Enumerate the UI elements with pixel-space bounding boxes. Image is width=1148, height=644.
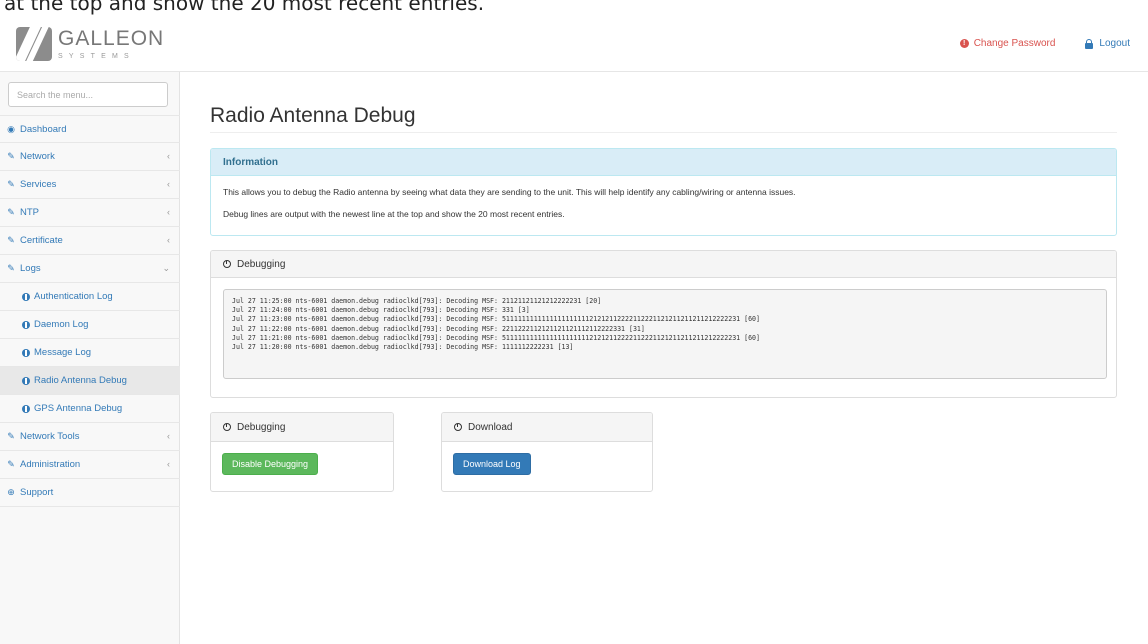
log-line: Jul 27 11:21:00 nts-6001 daemon.debug ra…: [232, 333, 760, 342]
chevron-left-icon: ‹: [167, 179, 170, 189]
debug-log-output[interactable]: Jul 27 11:25:00 nts-6001 daemon.debug ra…: [223, 289, 1107, 379]
download-log-button[interactable]: Download Log: [453, 453, 531, 475]
sidebar-item-label: Services: [20, 179, 57, 190]
debugging-toggle-panel: Debugging Disable Debugging: [210, 412, 394, 492]
wrench-icon: ✎: [7, 263, 15, 273]
wrench-icon: ✎: [7, 151, 15, 161]
caption-text: at the top and show the 20 most recent e…: [4, 0, 485, 15]
dashboard-icon: ◉: [7, 123, 15, 134]
sidebar-item-daemon-log[interactable]: Daemon Log: [0, 311, 180, 339]
page-title: Radio Antenna Debug: [210, 104, 416, 127]
sidebar-item-label: Dashboard: [20, 123, 67, 135]
info-debug-note: Debug lines are output with the newest l…: [223, 209, 565, 219]
chevron-left-icon: ‹: [167, 235, 170, 245]
sidebar-item-authentication-log[interactable]: Authentication Log: [0, 283, 180, 311]
clock-icon: [223, 260, 231, 268]
sidebar-item-certificate[interactable]: ✎ Certificate ‹: [0, 227, 180, 255]
sidebar-item-label: Network: [20, 151, 55, 162]
debugging-toggle-heading: Debugging: [211, 413, 393, 442]
download-panel-heading-label: Download: [468, 421, 513, 433]
sidebar-item-network[interactable]: ✎ Network ‹: [0, 143, 180, 171]
disable-debugging-button[interactable]: Disable Debugging: [222, 453, 319, 475]
sidebar-menu: ◉ Dashboard ✎ Network ‹ ✎ Services ‹ ✎ N…: [0, 115, 180, 507]
chevron-left-icon: ‹: [167, 459, 170, 469]
change-password-link[interactable]: ! Change Password: [959, 38, 1056, 49]
clock-icon: [454, 423, 462, 431]
debugging-log-panel: Debugging Jul 27 11:25:00 nts-6001 daemo…: [210, 250, 1117, 398]
info-circle-icon: [22, 349, 30, 357]
info-circle-icon: [22, 405, 30, 413]
sidebar-item-ntp[interactable]: ✎ NTP ‹: [0, 199, 180, 227]
debugging-log-heading-label: Debugging: [237, 258, 286, 270]
sidebar-item-label: Certificate: [20, 235, 63, 246]
logout-link[interactable]: Logout: [1085, 38, 1130, 49]
log-line: Jul 27 11:22:00 nts-6001 daemon.debug ra…: [232, 324, 645, 333]
sidebar-item-label: Network Tools: [20, 431, 80, 442]
debugging-log-heading: Debugging: [211, 251, 1116, 278]
lifebuoy-icon: ⊕: [7, 487, 15, 497]
sidebar-item-label: Administration: [20, 459, 81, 470]
wrench-icon: ✎: [7, 431, 15, 441]
chevron-left-icon: ‹: [167, 207, 170, 217]
info-description: This allows you to debug the Radio anten…: [223, 187, 796, 197]
wrench-icon: ✎: [7, 179, 15, 189]
sidebar-item-label: Support: [20, 487, 54, 498]
information-panel-heading: Information: [211, 149, 1116, 176]
sidebar-item-services[interactable]: ✎ Services ‹: [0, 171, 180, 199]
info-circle-icon: [22, 377, 30, 385]
menu-search-input[interactable]: [8, 82, 168, 107]
information-panel: Information This allows you to debug the…: [210, 148, 1117, 236]
sidebar-item-logs[interactable]: ✎ Logs ⌄: [0, 255, 180, 283]
sidebar-item-dashboard[interactable]: ◉ Dashboard: [0, 115, 180, 143]
logout-label: Logout: [1099, 38, 1130, 49]
exclamation-circle-icon: !: [959, 39, 969, 48]
sidebar-item-label: NTP: [20, 207, 39, 218]
chevron-left-icon: ‹: [167, 151, 170, 161]
sidebar-item-label: Message Log: [34, 347, 92, 358]
sidebar-item-label: Radio Antenna Debug: [34, 375, 127, 386]
sidebar-item-administration[interactable]: ✎ Administration ‹: [0, 451, 180, 479]
sidebar-item-label: Logs: [20, 263, 41, 274]
sidebar-item-label: GPS Antenna Debug: [34, 403, 123, 414]
wrench-icon: ✎: [7, 459, 15, 469]
wrench-icon: ✎: [7, 235, 15, 245]
galleon-logo[interactable]: GALLEON SYSTEMS: [16, 24, 164, 64]
wrench-icon: ✎: [7, 207, 15, 217]
log-line: Jul 27 11:24:00 nts-6001 daemon.debug ra…: [232, 306, 530, 315]
title-divider: [210, 132, 1117, 133]
main-content: Radio Antenna Debug Information This all…: [181, 72, 1148, 644]
log-line: Jul 27 11:25:00 nts-6001 daemon.debug ra…: [232, 297, 602, 305]
info-circle-icon: [22, 321, 30, 329]
clock-icon: [223, 423, 231, 431]
logo-title: GALLEON: [58, 27, 165, 50]
sidebar-item-label: Daemon Log: [34, 319, 89, 330]
download-panel: Download Download Log: [441, 412, 653, 492]
sidebar-item-radio-antenna-debug[interactable]: Radio Antenna Debug: [0, 367, 180, 395]
sidebar-item-label: Authentication Log: [34, 291, 113, 302]
sidebar-item-message-log[interactable]: Message Log: [0, 339, 180, 367]
lock-icon: [1085, 38, 1094, 49]
log-line: Jul 27 11:20:00 nts-6001 daemon.debug ra…: [232, 343, 574, 352]
sidebar: ◉ Dashboard ✎ Network ‹ ✎ Services ‹ ✎ N…: [0, 72, 180, 644]
change-password-label: Change Password: [973, 38, 1056, 49]
sidebar-item-network-tools[interactable]: ✎ Network Tools ‹: [0, 423, 180, 451]
chevron-down-icon: ⌄: [162, 263, 170, 273]
top-header: GALLEON SYSTEMS ! Change Password Logout: [0, 16, 1148, 72]
sidebar-item-support[interactable]: ⊕ Support: [0, 479, 180, 507]
galleon-sail-icon: [16, 27, 52, 61]
debugging-toggle-heading-label: Debugging: [237, 421, 286, 433]
cropped-caption: at the top and show the 20 most recent e…: [0, 0, 1148, 16]
chevron-left-icon: ‹: [167, 431, 170, 441]
sidebar-item-gps-antenna-debug[interactable]: GPS Antenna Debug: [0, 395, 180, 423]
log-line: Jul 27 11:23:00 nts-6001 daemon.debug ra…: [232, 315, 760, 324]
info-circle-icon: [22, 293, 30, 301]
download-panel-heading: Download: [442, 413, 652, 442]
logo-subtitle: SYSTEMS: [58, 53, 135, 60]
